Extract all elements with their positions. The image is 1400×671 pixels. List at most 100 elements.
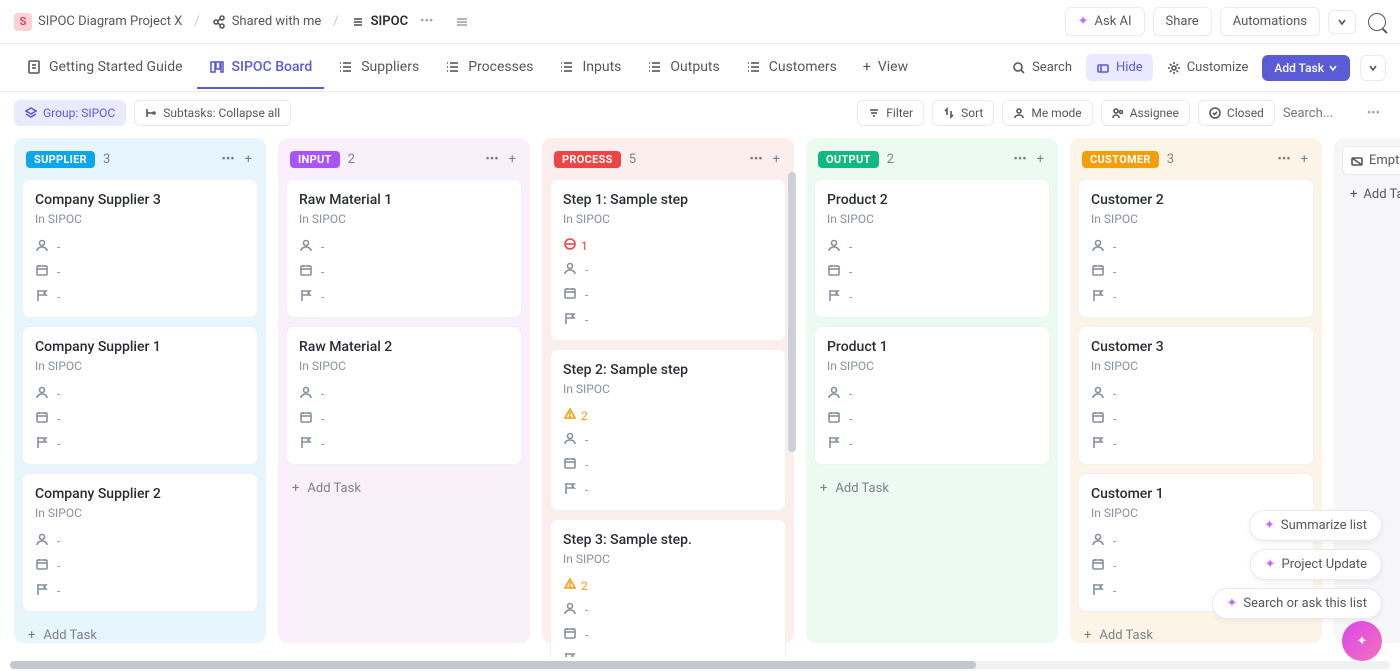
global-search-icon[interactable] [1368,13,1386,31]
assignee-field[interactable]: - [563,597,773,622]
breadcrumb-project[interactable]: SIPOC Diagram Project X [38,14,182,29]
breadcrumb-more-icon[interactable]: ••• [414,14,439,29]
date-field[interactable]: - [35,259,245,284]
blocker-badge[interactable]: 1 [563,234,773,257]
column-add-icon[interactable]: + [1035,150,1046,169]
date-field[interactable]: - [1091,259,1301,284]
tab-customers[interactable]: Customers [734,47,849,89]
scrollbar[interactable] [788,172,796,452]
sort-button[interactable]: Sort [932,100,994,126]
priority-field[interactable]: - [1091,431,1301,456]
add-task-row[interactable]: +Add Task [286,473,522,504]
priority-field[interactable]: - [299,431,509,456]
closed-button[interactable]: Closed [1198,100,1275,126]
priority-field[interactable]: - [563,307,773,332]
task-card[interactable]: Raw Material 2In SIPOC--- [286,326,522,465]
priority-field[interactable]: - [35,578,245,603]
date-field[interactable]: - [563,282,773,307]
menu-icon[interactable] [455,15,469,29]
assignee-field[interactable]: - [1091,234,1301,259]
column-more-icon[interactable]: ••• [747,150,764,169]
assignee-button[interactable]: Assignee [1101,100,1190,126]
tab-processes[interactable]: Processes [433,47,545,89]
automations-button[interactable]: Automations [1220,7,1320,36]
task-card[interactable]: Company Supplier 1In SIPOC--- [22,326,258,465]
priority-field[interactable]: - [827,431,1037,456]
task-card[interactable]: Raw Material 1In SIPOC--- [286,179,522,318]
tab-getting-started[interactable]: Getting Started Guide [14,47,195,89]
tab-sipoc-board[interactable]: SIPOC Board [197,47,325,89]
breadcrumb-shared[interactable]: Shared with me [232,14,322,29]
date-field[interactable]: - [299,259,509,284]
assignee-field[interactable]: - [35,234,245,259]
tab-suppliers[interactable]: Suppliers [326,47,431,89]
column-add-icon[interactable]: + [507,150,518,169]
assignee-field[interactable]: - [563,257,773,282]
date-field[interactable]: - [35,406,245,431]
date-field[interactable]: - [827,406,1037,431]
ai-search-button[interactable]: ✦Search or ask this list [1212,588,1383,619]
automations-dropdown[interactable] [1328,10,1356,34]
column-more-icon[interactable]: ••• [219,150,236,169]
date-field[interactable]: - [35,553,245,578]
assignee-field[interactable]: - [299,381,509,406]
filter-button[interactable]: Filter [857,100,924,126]
priority-field[interactable]: - [827,284,1037,309]
breadcrumb-list[interactable]: SIPOC [371,14,408,29]
priority-field[interactable]: - [563,647,773,657]
column-add-icon[interactable]: + [771,150,782,169]
add-task-empty[interactable]: +Add Ta [1342,181,1400,208]
ask-ai-button[interactable]: ✦Ask AI [1065,7,1145,36]
date-field[interactable]: - [563,452,773,477]
add-view-button[interactable]: +View [851,47,920,89]
assignee-field[interactable]: - [35,528,245,553]
add-task-row[interactable]: +Add Task [1078,620,1314,651]
date-field[interactable]: - [827,259,1037,284]
add-task-row[interactable]: +Add Task [22,620,258,651]
project-icon[interactable]: S [14,13,32,31]
assignee-field[interactable]: - [563,427,773,452]
column-more-icon[interactable]: ••• [1275,150,1292,169]
expand-button[interactable] [1360,55,1386,81]
task-card[interactable]: Customer 3In SIPOC--- [1078,326,1314,465]
date-field[interactable]: - [299,406,509,431]
tab-outputs[interactable]: Outputs [635,47,731,89]
assignee-field[interactable]: - [299,234,509,259]
column-add-icon[interactable]: + [243,150,254,169]
ai-fab-button[interactable]: ✦ [1342,621,1382,661]
task-card[interactable]: Customer 2In SIPOC--- [1078,179,1314,318]
horizontal-scrollbar[interactable] [10,661,1390,669]
task-card[interactable]: Product 2In SIPOC--- [814,179,1050,318]
customize-button[interactable]: Customize [1157,54,1259,81]
share-button[interactable]: Share [1153,7,1212,36]
priority-field[interactable]: - [1091,284,1301,309]
search-button[interactable]: Search [1002,54,1082,81]
add-task-row[interactable]: +Add Task [814,473,1050,504]
group-pill[interactable]: Group: SIPOC [14,100,126,126]
priority-field[interactable]: - [35,431,245,456]
subtasks-pill[interactable]: Subtasks: Collapse all [134,100,291,126]
task-card[interactable]: Product 1In SIPOC--- [814,326,1050,465]
empty-status[interactable]: Empty [1342,146,1400,175]
task-card[interactable]: Company Supplier 3In SIPOC--- [22,179,258,318]
search-input[interactable] [1283,106,1353,121]
task-card[interactable]: Company Supplier 2In SIPOC--- [22,473,258,612]
priority-field[interactable]: - [563,477,773,502]
ai-update-button[interactable]: ✦Project Update [1250,549,1382,580]
priority-field[interactable]: - [299,284,509,309]
priority-field[interactable]: - [35,284,245,309]
assignee-field[interactable]: - [35,381,245,406]
column-more-icon[interactable]: ••• [1011,150,1028,169]
task-card[interactable]: Step 2: Sample stepIn SIPOC2--- [550,349,786,511]
blocker-badge[interactable]: 2 [563,404,773,427]
task-card[interactable]: Step 1: Sample stepIn SIPOC1--- [550,179,786,341]
date-field[interactable]: - [563,622,773,647]
more-icon[interactable]: ••• [1361,106,1386,121]
assignee-field[interactable]: - [827,234,1037,259]
hide-button[interactable]: Hide [1086,54,1153,81]
task-card[interactable]: Step 3: Sample step.In SIPOC2--- [550,519,786,657]
assignee-field[interactable]: - [1091,381,1301,406]
blocker-badge[interactable]: 2 [563,574,773,597]
column-add-icon[interactable]: + [1299,150,1310,169]
column-more-icon[interactable]: ••• [483,150,500,169]
